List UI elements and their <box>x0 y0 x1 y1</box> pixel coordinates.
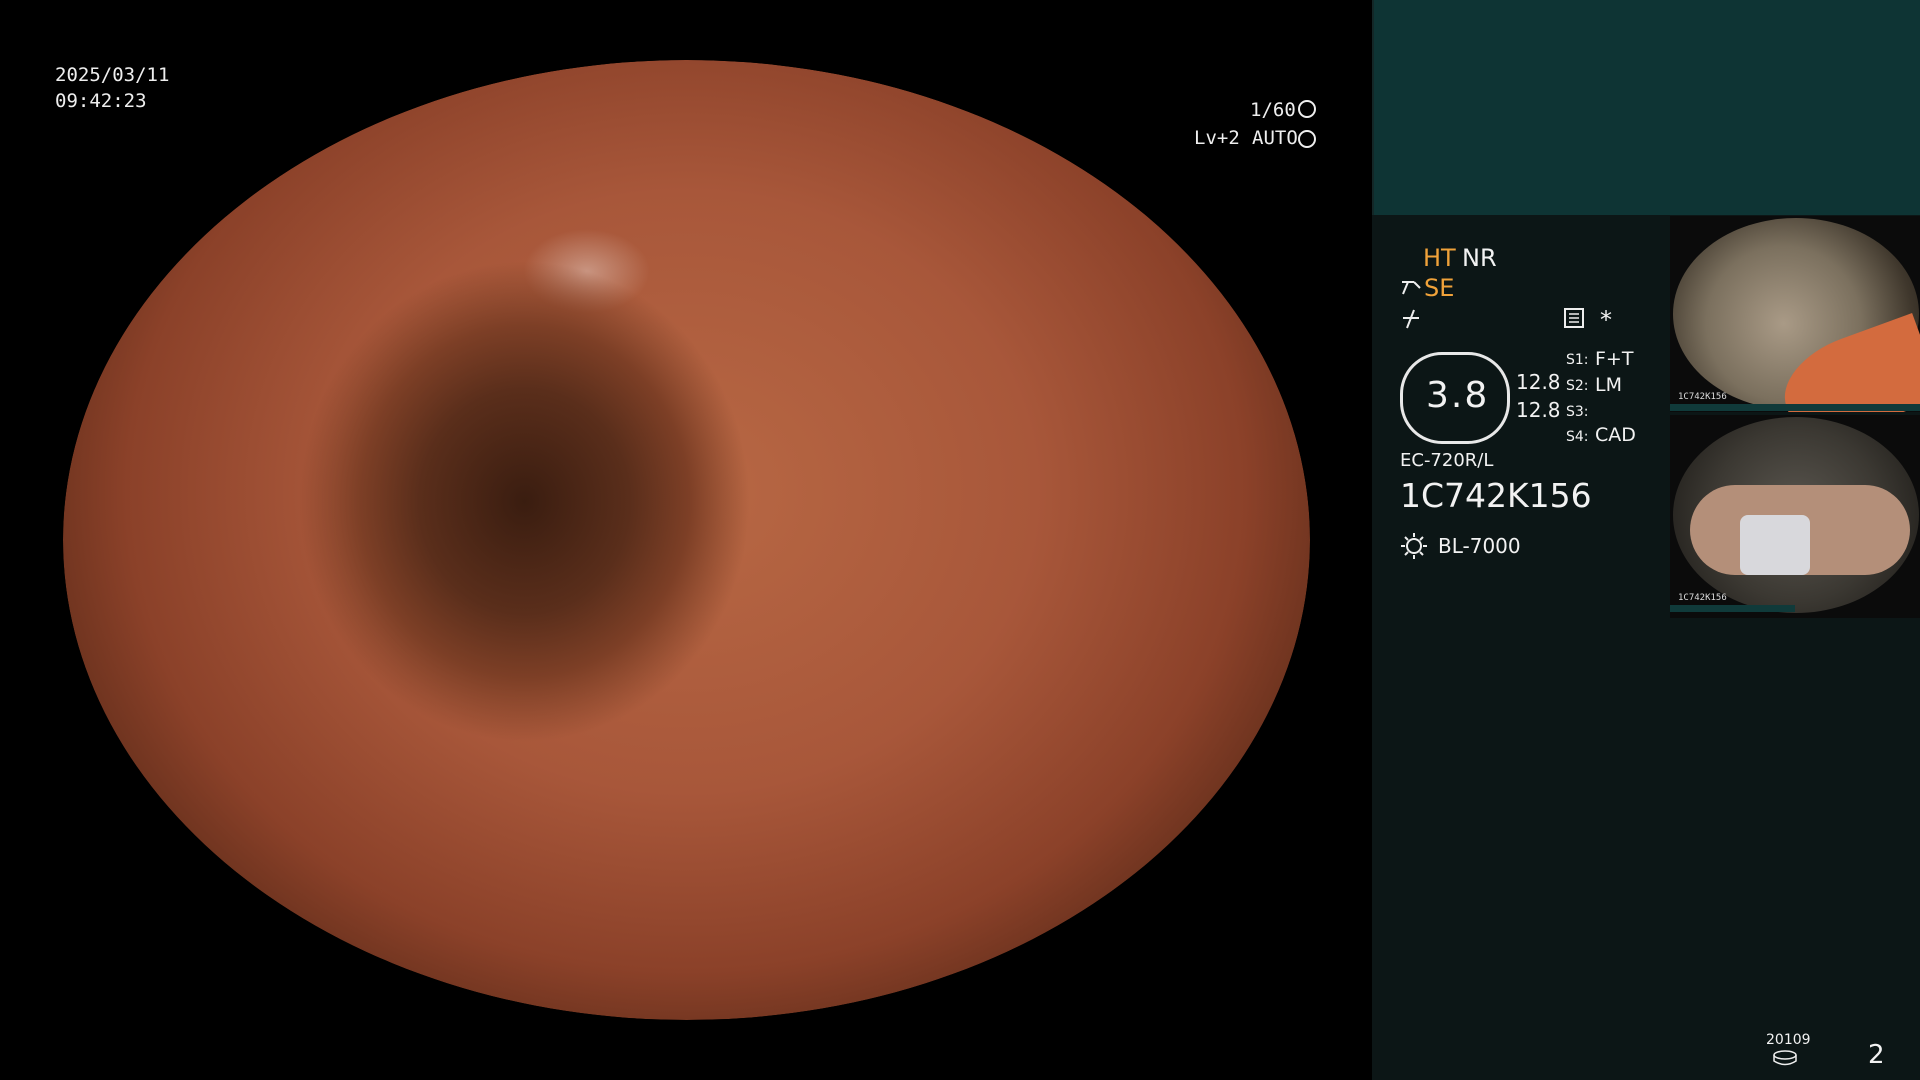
se-label: SE <box>1424 274 1455 302</box>
thumbnail-2-label: 1C742K156 <box>1678 593 1727 603</box>
nr-label: NR <box>1462 244 1497 272</box>
zoom-value: 3.8 <box>1426 375 1490 416</box>
switch-4-value: CAD <box>1595 424 1636 446</box>
scope-model: EC-720R/L <box>1400 450 1494 471</box>
time-label: 09:42:23 <box>55 90 147 112</box>
switch-1-value: F+T <box>1595 348 1634 370</box>
value-1: 12.8 <box>1516 370 1561 394</box>
info-panel-header <box>1372 0 1920 215</box>
enhance-icon <box>1402 281 1421 295</box>
asterisk-label: * <box>1600 306 1612 334</box>
ht-label: HT <box>1423 244 1456 272</box>
switch-2-value: LM <box>1595 374 1622 396</box>
auto-label: AUTO <box>1252 127 1298 149</box>
light-source-label: BL-7000 <box>1438 534 1521 558</box>
light-source-icon <box>1401 533 1427 559</box>
thumbnail-hand[interactable]: 1C742K156 <box>1670 415 1920 618</box>
freeze-icon <box>1403 309 1419 329</box>
aperture-icon <box>1298 100 1316 118</box>
footer-code: 20109 <box>1766 1032 1811 1048</box>
disk-icon <box>1773 1050 1797 1066</box>
endoscopic-image <box>63 60 1310 1020</box>
thumbnail-room[interactable]: 1C742K156 <box>1670 216 1920 412</box>
endoscope-view <box>0 0 1372 1080</box>
shutter-label: 1/60 <box>1250 99 1296 121</box>
record-icon <box>1564 308 1584 328</box>
iris-icon <box>1298 130 1316 148</box>
switch-1-key: S1: <box>1566 352 1589 368</box>
switch-3-key: S3: <box>1566 404 1589 420</box>
value-2: 12.8 <box>1516 398 1561 422</box>
thumbnail-1-label: 1C742K156 <box>1678 392 1727 402</box>
date-label: 2025/03/11 <box>55 64 170 86</box>
switch-4-key: S4: <box>1566 429 1589 445</box>
level-label: Lv+2 <box>1194 127 1240 149</box>
scope-serial: 1C742K156 <box>1400 476 1592 515</box>
switch-2-key: S2: <box>1566 378 1589 394</box>
page-number: 2 <box>1868 1040 1885 1070</box>
